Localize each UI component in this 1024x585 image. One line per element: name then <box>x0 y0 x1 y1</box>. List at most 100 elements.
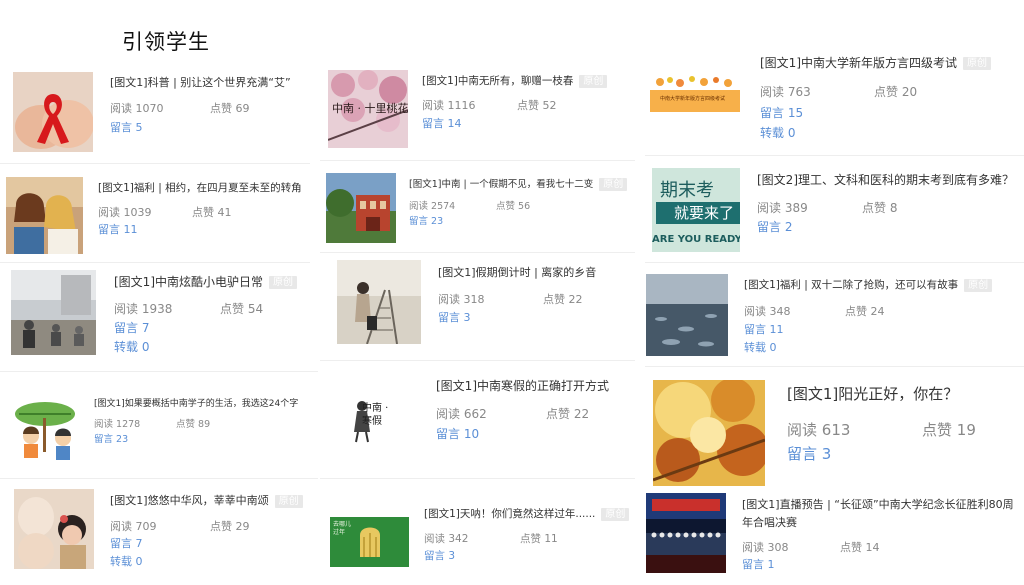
like-count: 点赞 69 <box>210 102 250 115</box>
like-count: 点赞 41 <box>192 206 232 219</box>
card-divider <box>645 366 1024 367</box>
article-thumbnail-autumn-leaves[interactable] <box>653 380 765 486</box>
article-title[interactable]: [图文1]阳光正好，你在？ <box>787 383 958 404</box>
thumbnail-caption: 中南 · 十里桃花 <box>332 102 408 115</box>
comment-link[interactable]: 留言 14 <box>422 115 462 131</box>
share-link[interactable]: 转载 0 <box>114 338 149 355</box>
article-title[interactable]: [图文1]中南炫酷小电驴日常 原创 <box>114 273 297 290</box>
comment-link[interactable]: 留言 3 <box>787 443 831 464</box>
read-count: 阅读 613 <box>787 421 851 439</box>
thumbnail-caption-line2: 就要来了 <box>656 202 740 224</box>
read-count: 阅读 1938 <box>114 302 173 316</box>
card-divider <box>0 163 310 164</box>
comment-link[interactable]: 留言 2 <box>757 218 792 235</box>
article-thumbnail-street[interactable] <box>11 270 96 355</box>
article-thumbnail-blossoms[interactable]: 中南 · 十里桃花 <box>328 70 408 148</box>
original-badge: 原创 <box>269 276 297 289</box>
comment-link[interactable]: 留言 23 <box>409 213 443 227</box>
like-count: 点赞 8 <box>862 201 898 215</box>
like-count: 点赞 89 <box>176 419 211 430</box>
original-badge: 原创 <box>274 494 303 508</box>
article-title[interactable]: [图文1]中南 | 一个假期不见，看我七十二变 原创 <box>409 176 628 191</box>
read-count: 阅读 389 <box>757 201 808 215</box>
original-badge: 原创 <box>964 278 993 292</box>
card-divider <box>320 478 635 479</box>
comment-link[interactable]: 留言 11 <box>744 321 784 337</box>
read-count: 阅读 662 <box>436 407 487 421</box>
original-badge: 原创 <box>963 57 991 70</box>
article-title[interactable]: [图文1]中南大学新年版方言四级考试 原创 <box>760 54 991 71</box>
read-count: 阅读 763 <box>760 85 811 99</box>
share-link[interactable]: 转载 0 <box>110 553 143 569</box>
article-title[interactable]: [图文1]中南无所有，聊赠一枝春 原创 <box>422 73 608 88</box>
thumbnail-caption: 去哪儿过年 <box>333 521 352 536</box>
original-badge: 原创 <box>601 507 630 521</box>
comment-link[interactable]: 留言 3 <box>424 548 455 563</box>
article-thumbnail-campus-building[interactable] <box>326 173 396 243</box>
card-divider <box>645 262 1024 263</box>
like-count: 点赞 52 <box>517 99 557 112</box>
read-count: 阅读 348 <box>744 305 791 318</box>
article-title[interactable]: [图文1]福利 | 双十二除了抢购，还可以有故事 原创 <box>744 277 993 292</box>
article-title[interactable]: [图文1]悠悠中华风，莘莘中南颂 原创 <box>110 492 303 508</box>
read-count: 阅读 1070 <box>110 102 164 115</box>
original-badge: 原创 <box>599 178 628 191</box>
article-title[interactable]: [图文1]假期倒计时 | 离家的乡音 <box>438 264 596 280</box>
comment-link[interactable]: 留言 7 <box>110 535 143 551</box>
comment-link[interactable]: 留言 11 <box>98 221 138 237</box>
article-thumbnail-choir-stage[interactable] <box>646 493 726 573</box>
comment-link[interactable]: 留言 23 <box>94 431 128 445</box>
share-link[interactable]: 转载 0 <box>744 339 777 355</box>
read-count: 阅读 709 <box>110 520 157 533</box>
card-divider <box>320 252 635 253</box>
card-divider <box>320 360 635 361</box>
article-title[interactable]: [图文1]天呐！你们竟然这样过年...... 原创 <box>424 506 630 521</box>
article-thumbnail-exam-banner[interactable]: 中南大学新年版方言四级考试 <box>650 70 740 116</box>
comment-link[interactable]: 留言 1 <box>742 556 775 572</box>
article-thumbnail-final-exam[interactable]: 期末考 就要来了 ARE YOU READY <box>652 168 740 252</box>
share-link[interactable]: 转载 0 <box>760 124 795 141</box>
read-count: 阅读 342 <box>424 533 469 545</box>
card-divider <box>0 371 318 372</box>
card-divider <box>320 160 635 161</box>
article-title[interactable]: [图文1]福利 | 相约，在四月夏至未至的转角 <box>98 180 302 195</box>
comment-link[interactable]: 留言 10 <box>436 425 479 442</box>
article-title[interactable]: [图文1]如果要概括中南学子的生活，我选这24个字 <box>94 396 298 409</box>
read-count: 阅读 1116 <box>422 99 476 112</box>
article-title[interactable]: [图文1]中南寒假的正确打开方式 <box>436 377 609 394</box>
article-thumbnail-winter[interactable]: 中南 · 寒假 <box>340 380 415 455</box>
article-thumbnail-newyear[interactable]: 去哪儿过年 <box>330 517 409 567</box>
article-thumbnail-cartoon[interactable] <box>13 400 83 462</box>
comment-link[interactable]: 留言 15 <box>760 104 803 121</box>
read-count: 阅读 2574 <box>409 201 456 212</box>
article-thumbnail-railway[interactable] <box>337 260 421 344</box>
section-heading: 引领学生 <box>122 30 210 54</box>
like-count: 点赞 56 <box>496 201 531 212</box>
original-badge: 原创 <box>579 74 608 88</box>
like-count: 点赞 24 <box>845 305 885 318</box>
article-thumbnail-lanterns[interactable] <box>14 489 94 569</box>
thumbnail-caption-line3: ARE YOU READY <box>652 234 740 245</box>
article-title[interactable]: [图文1]科普 | 别让这个世界充满“艾” <box>110 74 291 90</box>
like-count: 点赞 14 <box>840 541 880 554</box>
read-count: 阅读 1278 <box>94 419 141 430</box>
comment-link[interactable]: 留言 5 <box>110 119 143 135</box>
like-count: 点赞 29 <box>210 520 250 533</box>
like-count: 点赞 19 <box>922 421 976 439</box>
article-title[interactable]: [图文2]理工、文科和医科的期末考到底有多难？ <box>757 171 1014 188</box>
comment-link[interactable]: 留言 3 <box>438 309 471 325</box>
like-count: 点赞 22 <box>546 407 590 421</box>
card-divider <box>0 262 310 263</box>
thumbnail-caption: 中南大学新年版方言四级考试 <box>660 96 726 102</box>
like-count: 点赞 54 <box>220 302 264 316</box>
card-divider <box>645 155 1024 156</box>
article-title[interactable]: [图文1]直播预告 | “长征颂”中南大学纪念长征胜利80周年合唱决赛 <box>742 496 1024 532</box>
article-thumbnail-red-ribbon[interactable] <box>13 72 93 152</box>
article-thumbnail-girls[interactable] <box>6 177 83 254</box>
read-count: 阅读 308 <box>742 541 789 554</box>
article-thumbnail-rain[interactable] <box>646 274 728 356</box>
thumbnail-caption: 中南 · 寒假 <box>362 403 389 427</box>
thumbnail-caption-line1: 期末考 <box>660 180 714 201</box>
comment-link[interactable]: 留言 7 <box>114 319 149 336</box>
read-count: 阅读 318 <box>438 293 485 306</box>
